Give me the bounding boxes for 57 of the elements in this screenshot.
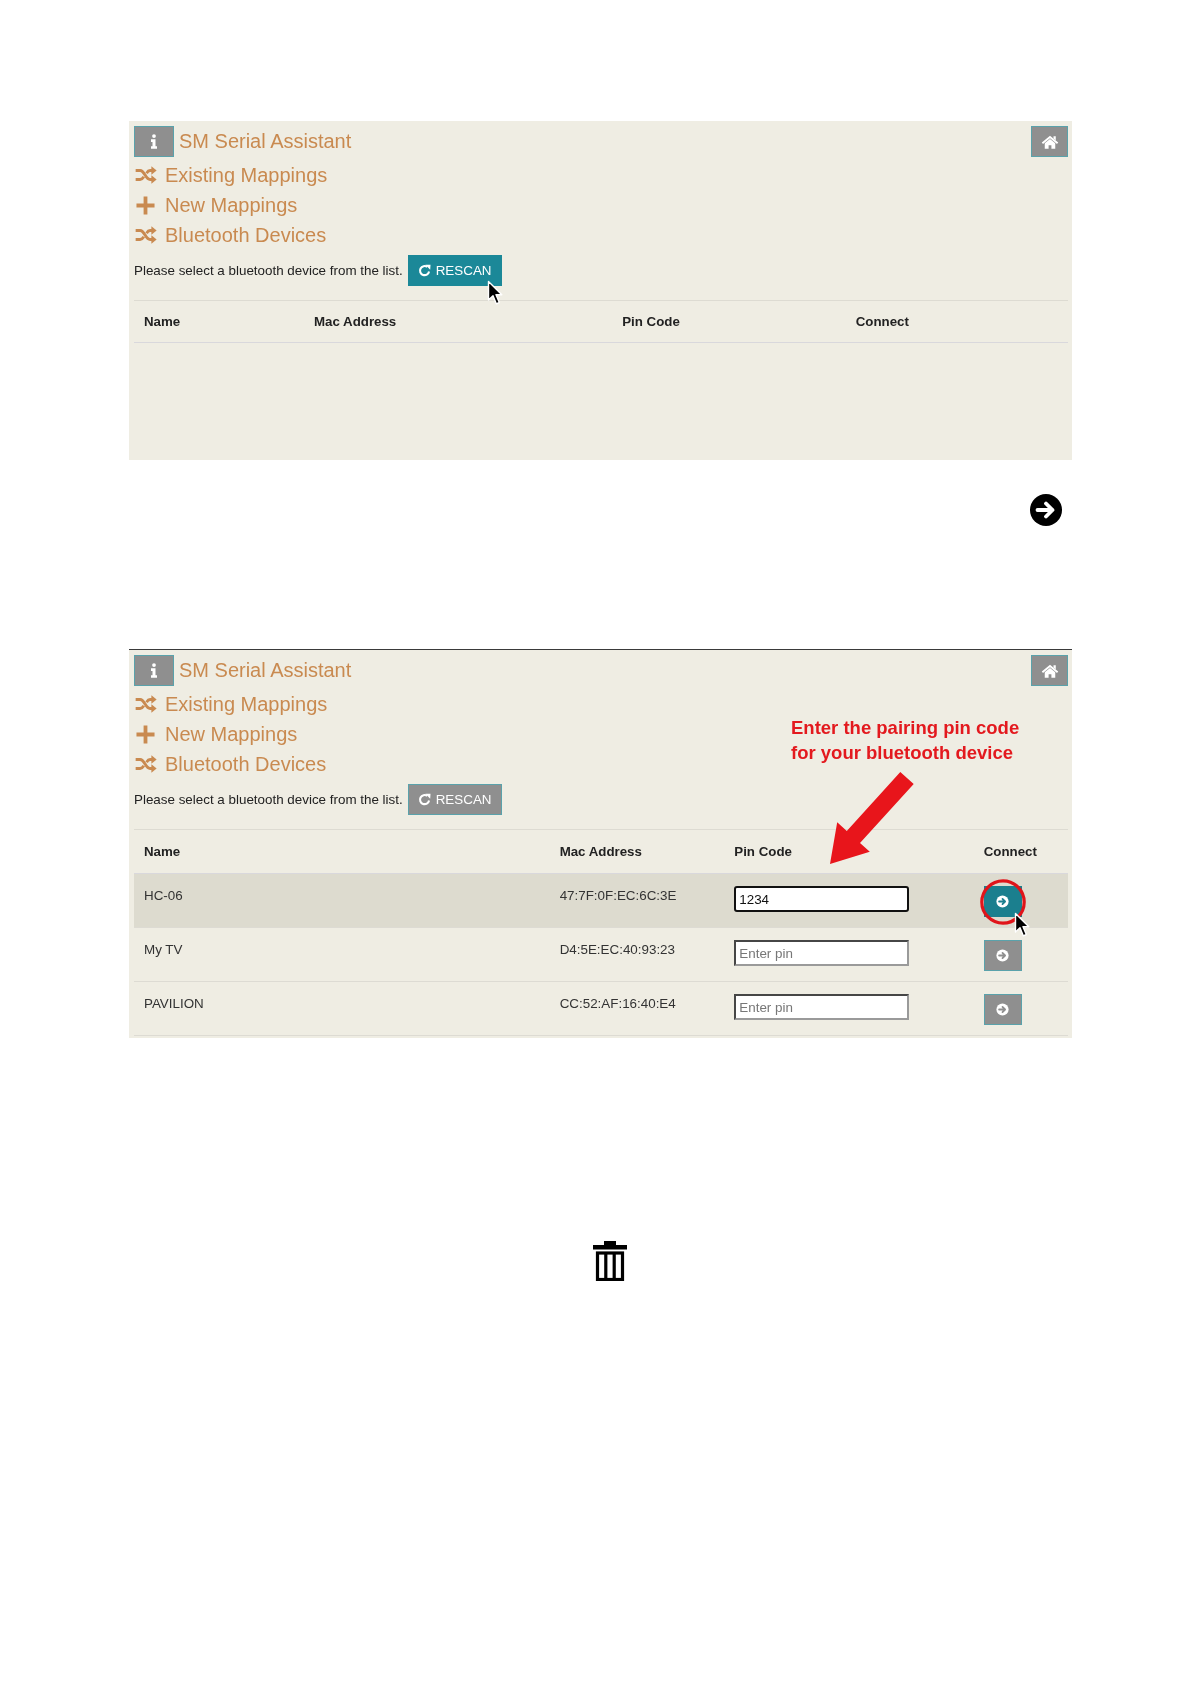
column-header: Name — [143, 844, 181, 859]
home-icon — [1040, 663, 1059, 678]
device-name: My TV — [144, 941, 183, 957]
connect-button[interactable] — [983, 940, 1022, 971]
prompt-text: Please select a bluetooth device from the list. — [134, 792, 403, 807]
nav-link[interactable]: Bluetooth Devices — [134, 220, 327, 250]
home-button[interactable] — [1031, 655, 1068, 686]
table-row[interactable]: My TV D4:5E:EC:40:93:23 Enter pin — [134, 928, 1068, 982]
app-title: SM Serial Assistant — [179, 659, 353, 682]
prompt-text: Please select a bluetooth device from the list. — [134, 263, 403, 278]
plus-icon — [136, 724, 155, 744]
home-button[interactable] — [1031, 126, 1068, 157]
mac-address: 47:7F:0F:EC:6C:3E — [559, 887, 677, 903]
arrow-circle-icon — [996, 1003, 1010, 1016]
info-button[interactable] — [134, 126, 174, 157]
nav-link[interactable]: Bluetooth Devices — [134, 749, 327, 779]
info-icon — [150, 663, 158, 678]
shuffle-icon — [135, 166, 157, 184]
refresh-icon — [417, 793, 431, 806]
nav-link[interactable]: New Mappings — [134, 719, 298, 749]
arrow-circle-icon — [996, 895, 1010, 908]
annotation-text: Enter the pairing pin code for your bluetooth device — [791, 716, 1020, 765]
info-icon — [150, 134, 158, 149]
rescan-button[interactable]: RESCAN — [407, 255, 502, 286]
cursor-icon — [486, 280, 503, 306]
column-header: Connect — [854, 314, 909, 329]
nav-link[interactable]: New Mappings — [134, 190, 298, 220]
column-header: Mac Address — [558, 844, 642, 859]
nav-link[interactable]: Existing Mappings — [134, 689, 328, 719]
device-name: PAVILION — [144, 995, 204, 1011]
column-header: Pin Code — [621, 314, 680, 329]
rescan-button[interactable]: RESCAN — [407, 784, 502, 815]
mac-address: D4:5E:EC:40:93:23 — [559, 941, 675, 957]
column-header: Pin Code — [733, 844, 792, 859]
plus-icon — [136, 195, 155, 215]
mac-address: CC:52:AF:16:40:E4 — [559, 995, 676, 1011]
refresh-icon — [417, 264, 431, 277]
column-header: Name — [143, 314, 181, 329]
nav-link[interactable]: Existing Mappings — [134, 160, 328, 190]
pin-input[interactable]: Enter pin — [734, 940, 910, 966]
pin-input[interactable]: Enter pin — [734, 994, 910, 1020]
shuffle-icon — [135, 695, 157, 713]
cursor-icon — [1013, 912, 1030, 938]
table-row[interactable]: PAVILION CC:52:AF:16:40:E4 Enter pin — [134, 982, 1068, 1036]
info-button[interactable] — [134, 655, 174, 686]
column-header: Connect — [982, 844, 1037, 859]
pin-input[interactable]: 1234 — [734, 886, 910, 912]
connect-button[interactable] — [983, 994, 1022, 1025]
shuffle-icon — [135, 226, 157, 244]
shuffle-icon — [135, 755, 157, 773]
arrow-circle-icon — [996, 949, 1010, 962]
arrow-circle-icon — [1030, 494, 1062, 526]
column-header: Mac Address — [313, 314, 397, 329]
trash-icon — [593, 1241, 627, 1281]
device-name: HC-06 — [144, 887, 183, 903]
app-title: SM Serial Assistant — [179, 130, 353, 153]
home-icon — [1040, 134, 1059, 149]
